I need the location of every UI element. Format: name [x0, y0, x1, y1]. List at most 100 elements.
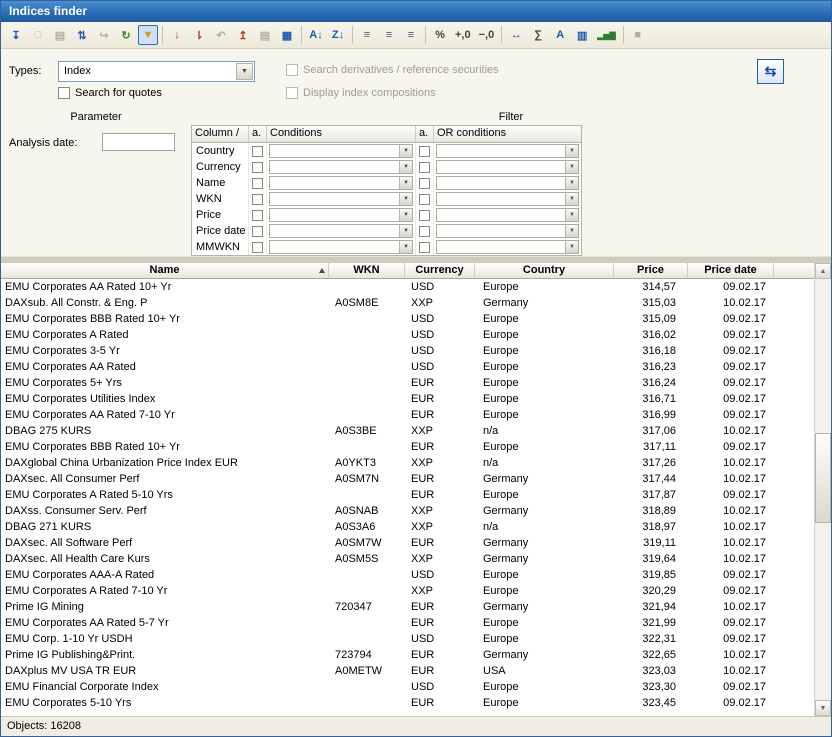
column-header-wkn[interactable]: WKN [329, 263, 405, 279]
or-and-checkbox[interactable] [419, 194, 430, 205]
table-row[interactable]: DAXglobal China Urbanization Price Index… [1, 455, 814, 471]
or-conditions-dropdown[interactable]: ▼ [436, 192, 579, 206]
filter-header-3[interactable]: a. [416, 126, 434, 143]
window-titlebar[interactable]: Indices finder [1, 1, 831, 22]
sort-descending-icon[interactable]: Z↓ [328, 25, 348, 45]
scrollbar-thumb[interactable] [815, 433, 831, 523]
table-row[interactable]: EMU Corporates 3-5 YrUSDEurope316,1809.0… [1, 343, 814, 359]
scroll-down-icon[interactable]: ▼ [815, 700, 831, 716]
chevron-down-icon[interactable]: ▼ [399, 161, 412, 173]
table-row[interactable]: EMU Corporates 5-10 YrsEUREurope323,4509… [1, 695, 814, 711]
sort-ascending-icon[interactable]: A↓ [306, 25, 326, 45]
table-row[interactable]: DAXsec. All Software PerfA0SM7WEURGerman… [1, 535, 814, 551]
table-row[interactable]: EMU Corporates AAA-A RatedUSDEurope319,8… [1, 567, 814, 583]
chevron-down-icon[interactable]: ▼ [565, 193, 578, 205]
chevron-down-icon[interactable]: ▼ [565, 241, 578, 253]
pane-splitter[interactable] [1, 256, 831, 263]
table-row[interactable]: EMU Corporates AA Rated 7-10 YrEUREurope… [1, 407, 814, 423]
search-quotes-checkbox[interactable] [58, 87, 70, 99]
chevron-down-icon[interactable]: ▼ [399, 193, 412, 205]
chevron-down-icon[interactable]: ▼ [399, 209, 412, 221]
or-conditions-dropdown[interactable]: ▼ [436, 240, 579, 254]
table-row[interactable]: EMU Corp. 1-10 Yr USDHUSDEurope322,3109.… [1, 631, 814, 647]
align-center-icon[interactable]: ≡ [379, 25, 399, 45]
increase-decimal-icon[interactable]: +,0 [452, 25, 474, 45]
and-checkbox[interactable] [252, 194, 263, 205]
or-conditions-dropdown[interactable]: ▼ [436, 160, 579, 174]
and-checkbox[interactable] [252, 226, 263, 237]
chevron-down-icon[interactable]: ▼ [399, 177, 412, 189]
load-data-icon[interactable]: ↧ [6, 25, 26, 45]
column-header-name[interactable]: Name [1, 263, 329, 279]
run-search-button[interactable]: ⇆ [757, 59, 784, 84]
filter-header-4[interactable]: OR conditions [434, 126, 581, 143]
or-and-checkbox[interactable] [419, 242, 430, 253]
or-and-checkbox[interactable] [419, 178, 430, 189]
vertical-scrollbar[interactable]: ▲ ▼ [814, 263, 831, 716]
or-and-checkbox[interactable] [419, 162, 430, 173]
conditions-dropdown[interactable]: ▼ [269, 176, 413, 190]
filter-header-0[interactable]: Column / [192, 126, 249, 143]
chevron-down-icon[interactable]: ▼ [236, 63, 253, 80]
table-row[interactable]: EMU Corporates A Rated 5-10 YrsEUREurope… [1, 487, 814, 503]
analysis-date-input[interactable] [102, 133, 175, 151]
table-row[interactable]: Prime IG Publishing&Print.723794EURGerma… [1, 647, 814, 663]
conditions-dropdown[interactable]: ▼ [269, 240, 413, 254]
table-row[interactable]: DAXss. Consumer Serv. PerfA0SNABXXPGerma… [1, 503, 814, 519]
table-layout-icon[interactable]: ▦ [277, 25, 297, 45]
and-checkbox[interactable] [252, 162, 263, 173]
or-and-checkbox[interactable] [419, 210, 430, 221]
import-icon[interactable]: ↥ [233, 25, 253, 45]
conditions-dropdown[interactable]: ▼ [269, 144, 413, 158]
table-row[interactable]: EMU Corporates BBB Rated 10+ YrEUREurope… [1, 439, 814, 455]
refresh-icon[interactable]: ↻ [116, 25, 136, 45]
chevron-down-icon[interactable]: ▼ [399, 241, 412, 253]
append-row-icon[interactable]: ⇂ [189, 25, 209, 45]
table-row[interactable]: DAXsec. All Health Care KursA0SM5SXXPGer… [1, 551, 814, 567]
or-and-checkbox[interactable] [419, 146, 430, 157]
filter-header-1[interactable]: a. [249, 126, 267, 143]
fit-columns-icon[interactable]: ↔ [506, 25, 526, 45]
and-checkbox[interactable] [252, 146, 263, 157]
sum-icon[interactable]: ∑ [528, 25, 548, 45]
table-row[interactable]: Prime IG Mining720347EURGermany321,9410.… [1, 599, 814, 615]
table-row[interactable]: EMU Corporates AA RatedUSDEurope316,2309… [1, 359, 814, 375]
column-header-country[interactable]: Country [475, 263, 614, 279]
column-header-price[interactable]: Price [614, 263, 688, 279]
chevron-down-icon[interactable]: ▼ [565, 225, 578, 237]
chevron-down-icon[interactable]: ▼ [565, 177, 578, 189]
chevron-down-icon[interactable]: ▼ [399, 145, 412, 157]
column-header-currency[interactable]: Currency [405, 263, 475, 279]
percent-format-icon[interactable]: % [430, 25, 450, 45]
conditions-dropdown[interactable]: ▼ [269, 224, 413, 238]
decrease-decimal-icon[interactable]: −,0 [476, 25, 498, 45]
align-right-icon[interactable]: ≡ [401, 25, 421, 45]
filter-header-2[interactable]: Conditions [267, 126, 416, 143]
table-row[interactable]: DBAG 275 KURSA0S3BEXXPn/a317,0610.02.17 [1, 423, 814, 439]
column-chooser-icon[interactable]: ▥ [572, 25, 592, 45]
table-row[interactable]: EMU Corporates A RatedUSDEurope316,0209.… [1, 327, 814, 343]
chevron-down-icon[interactable]: ▼ [399, 225, 412, 237]
font-icon[interactable]: A [550, 25, 570, 45]
conditions-dropdown[interactable]: ▼ [269, 208, 413, 222]
and-checkbox[interactable] [252, 178, 263, 189]
table-row[interactable]: EMU Corporates Utilities IndexEUREurope3… [1, 391, 814, 407]
or-conditions-dropdown[interactable]: ▼ [436, 176, 579, 190]
or-and-checkbox[interactable] [419, 226, 430, 237]
table-row[interactable]: DAXsub. All Constr. & Eng. PA0SM8EXXPGer… [1, 295, 814, 311]
search-derivatives-checkbox[interactable] [286, 64, 298, 76]
chart-icon[interactable]: ▂▅▇ [594, 25, 618, 45]
chevron-down-icon[interactable]: ▼ [565, 145, 578, 157]
or-conditions-dropdown[interactable]: ▼ [436, 224, 579, 238]
align-left-icon[interactable]: ≡ [357, 25, 377, 45]
table-row[interactable]: DAXplus MV USA TR EURA0METWEURUSA323,031… [1, 663, 814, 679]
transfer-icon[interactable]: ⇅ [72, 25, 92, 45]
conditions-dropdown[interactable]: ▼ [269, 160, 413, 174]
table-row[interactable]: EMU Corporates AA Rated 5-7 YrEUREurope3… [1, 615, 814, 631]
chevron-down-icon[interactable]: ▼ [565, 209, 578, 221]
table-row[interactable]: EMU Corporates 5+ YrsEUREurope316,2409.0… [1, 375, 814, 391]
or-conditions-dropdown[interactable]: ▼ [436, 144, 579, 158]
table-row[interactable]: EMU Financial Corporate IndexUSDEurope32… [1, 679, 814, 695]
filter-icon[interactable]: ▼ [138, 25, 158, 45]
and-checkbox[interactable] [252, 210, 263, 221]
